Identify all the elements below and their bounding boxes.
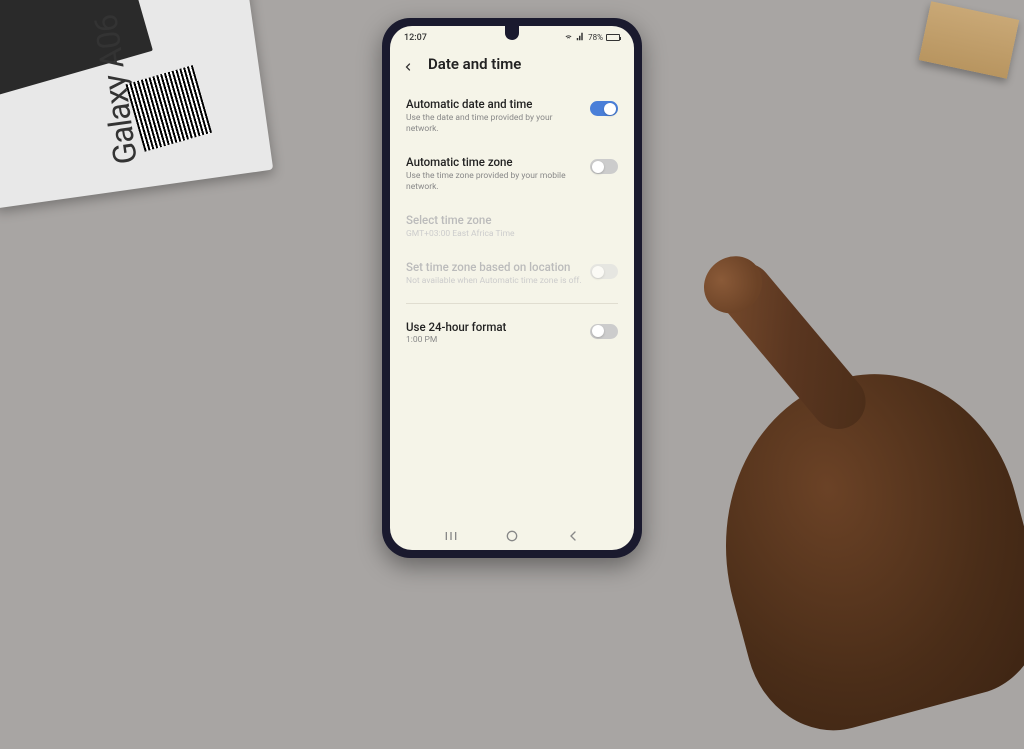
setting-title: Select time zone xyxy=(406,213,618,228)
setting-title: Set time zone based on location xyxy=(406,260,582,275)
nav-back-button[interactable] xyxy=(565,528,581,544)
toggle-24h-format[interactable] xyxy=(590,324,618,339)
status-time: 12:07 xyxy=(404,33,427,43)
setting-location-time-zone: Set time zone based on location Not avai… xyxy=(406,250,618,297)
setting-title: Automatic time zone xyxy=(406,155,582,170)
product-box: Galaxy A06 xyxy=(0,0,273,208)
page-title: Date and time xyxy=(428,55,521,73)
setting-24h-format[interactable]: Use 24-hour format 1:00 PM xyxy=(406,310,618,357)
setting-subtitle: Use the date and time provided by your n… xyxy=(406,113,582,135)
toggle-auto-date-time[interactable] xyxy=(590,101,618,116)
setting-auto-time-zone[interactable]: Automatic time zone Use the time zone pr… xyxy=(406,145,618,203)
navigation-bar xyxy=(390,520,634,550)
setting-title: Automatic date and time xyxy=(406,97,582,112)
back-icon[interactable] xyxy=(402,58,414,70)
toggle-location-time-zone xyxy=(590,264,618,279)
setting-subtitle: GMT+03:00 East Africa Time xyxy=(406,229,618,240)
battery-icon xyxy=(606,34,620,41)
battery-percent: 78% xyxy=(588,33,603,42)
settings-header: Date and time xyxy=(390,45,634,87)
settings-content: Automatic date and time Use the date and… xyxy=(390,87,634,520)
setting-auto-date-time[interactable]: Automatic date and time Use the date and… xyxy=(406,87,618,145)
phone-device: 12:07 78% Date and time Automatic xyxy=(382,18,642,558)
setting-subtitle: 1:00 PM xyxy=(406,335,582,346)
recents-button[interactable] xyxy=(443,528,459,544)
divider xyxy=(406,303,618,304)
wood-block-prop xyxy=(919,1,1020,78)
setting-subtitle: Use the time zone provided by your mobil… xyxy=(406,171,582,193)
home-button[interactable] xyxy=(504,528,520,544)
setting-select-time-zone: Select time zone GMT+03:00 East Africa T… xyxy=(406,203,618,250)
setting-title: Use 24-hour format xyxy=(406,320,582,335)
setting-subtitle: Not available when Automatic time zone i… xyxy=(406,276,582,287)
toggle-auto-time-zone[interactable] xyxy=(590,159,618,174)
hand xyxy=(624,216,1024,716)
camera-notch xyxy=(505,26,519,40)
phone-screen: 12:07 78% Date and time Automatic xyxy=(390,26,634,550)
signal-icon xyxy=(576,32,585,43)
wifi-icon xyxy=(564,32,573,43)
